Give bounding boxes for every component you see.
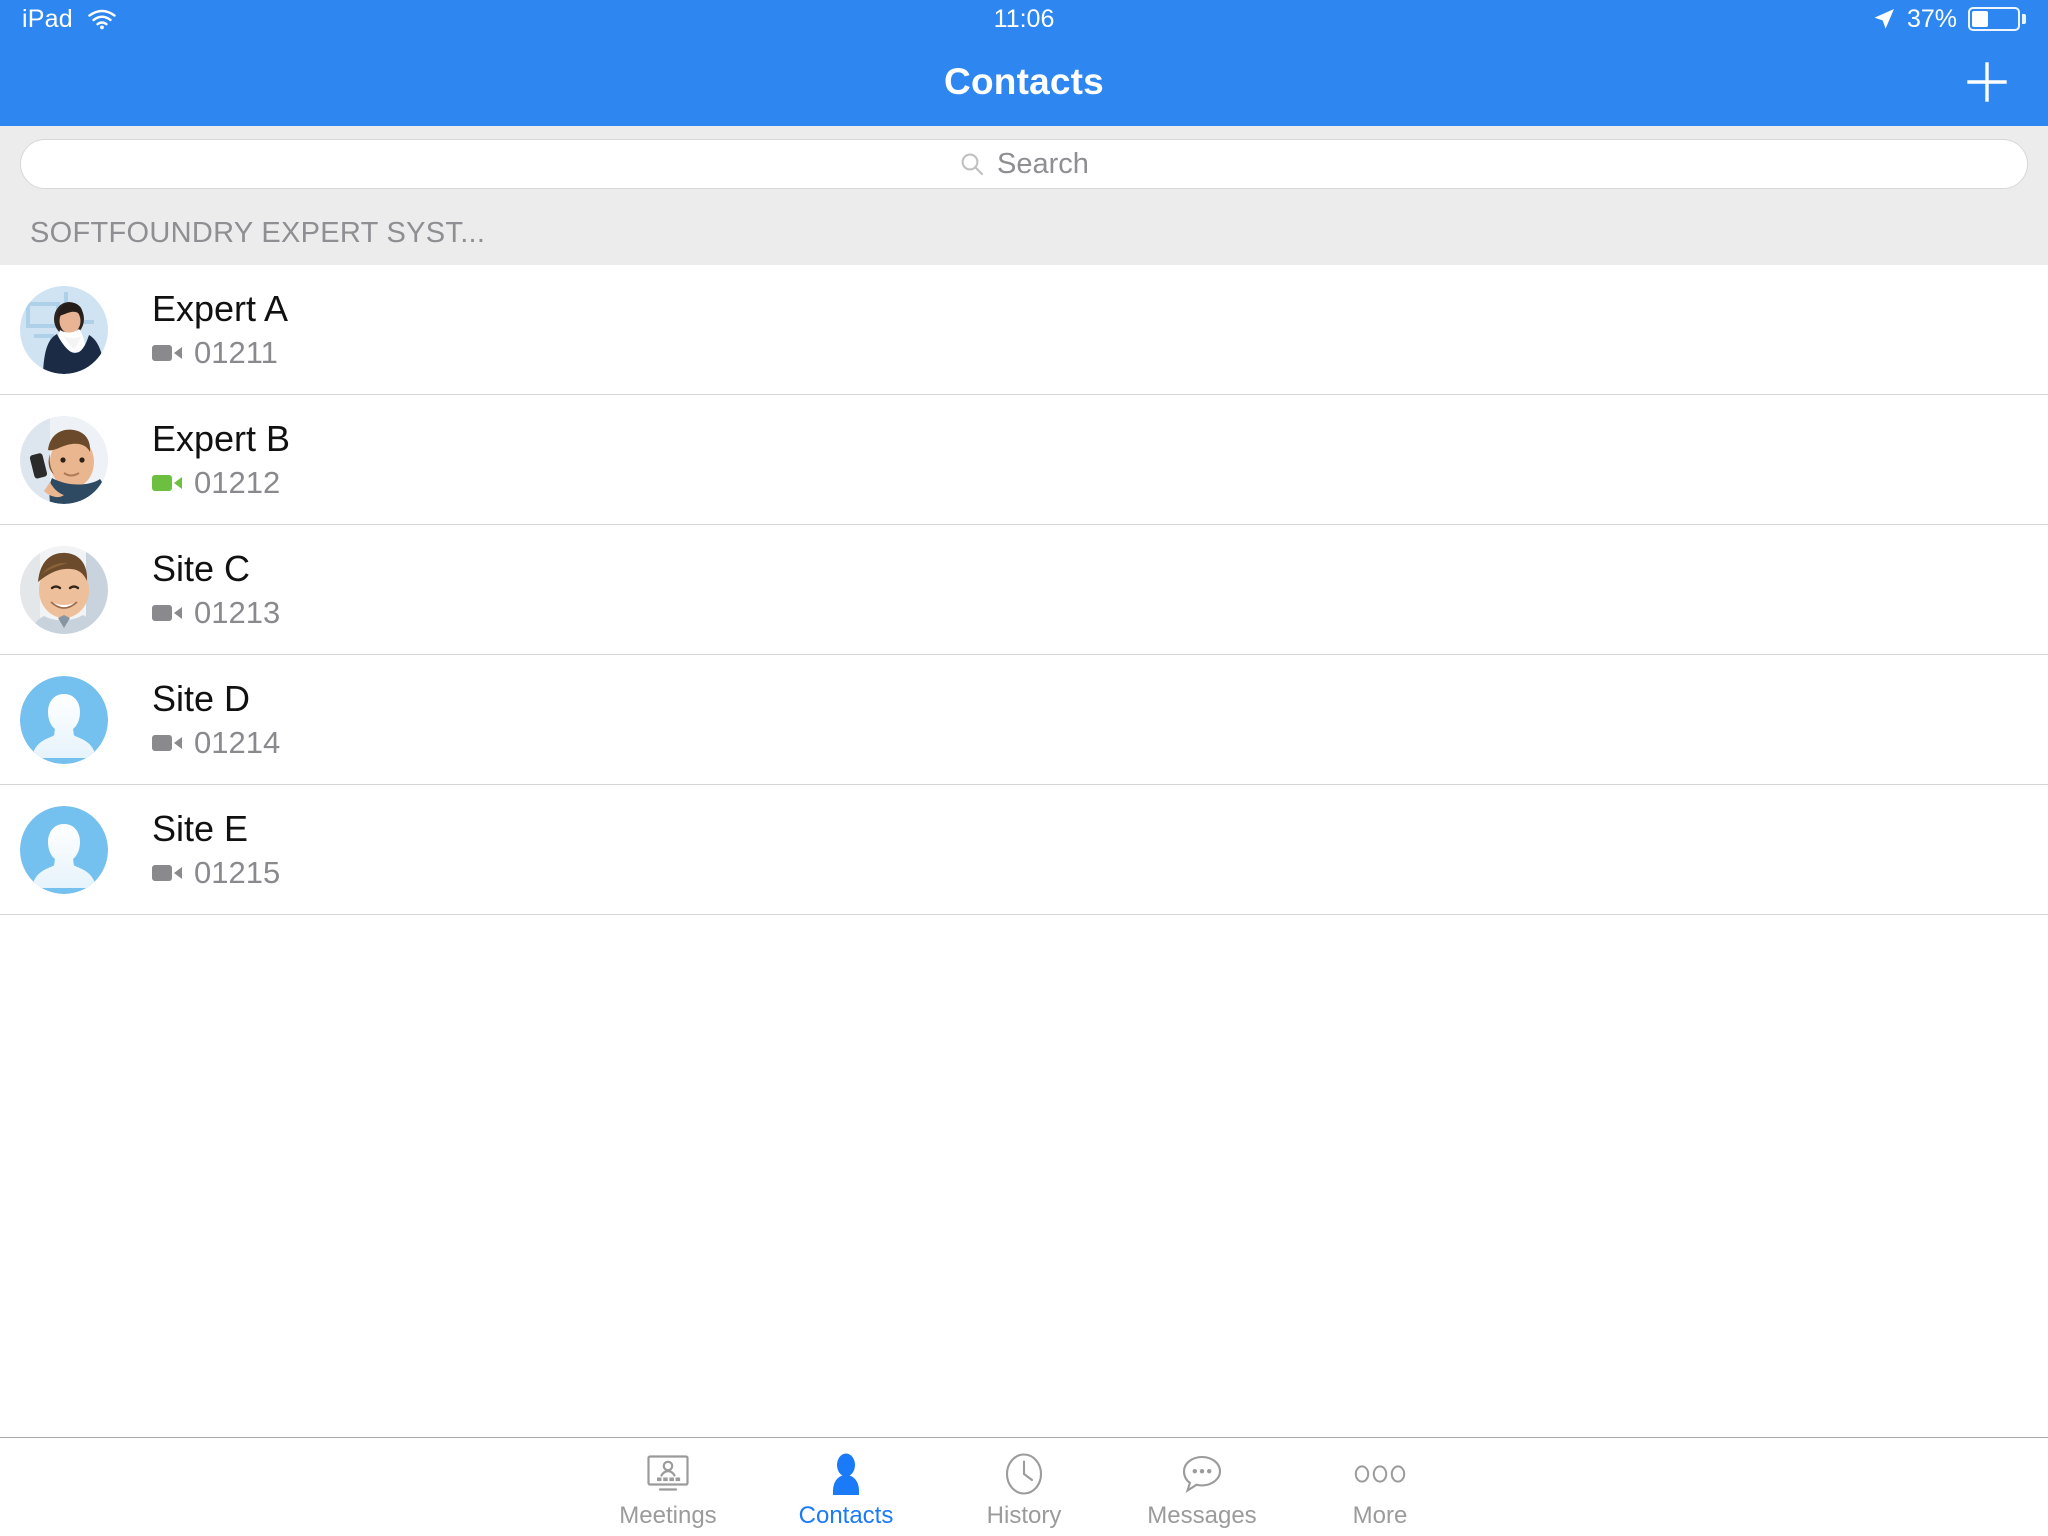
contact-extension: 01213: [194, 595, 281, 630]
plus-icon: [1962, 57, 2012, 107]
three-circles-icon: [1354, 1452, 1406, 1496]
monitor-person-icon: [646, 1452, 690, 1496]
contact-extension: 01215: [194, 855, 281, 890]
tab-meetings[interactable]: Meetings: [579, 1438, 757, 1536]
clock-icon: [1004, 1452, 1044, 1496]
tab-label: History: [986, 1502, 1062, 1529]
tab-contacts[interactable]: Contacts: [757, 1438, 935, 1536]
chat-bubble-icon: [1181, 1452, 1223, 1496]
navigation-bar: Contacts: [0, 38, 2048, 126]
battery-percent-label: 37%: [1906, 4, 1957, 33]
video-camera-icon: [152, 343, 182, 363]
contact-info: Site C 01213: [152, 551, 280, 628]
status-bar-left: iPad: [22, 5, 117, 34]
contact-extension-row: 01214: [152, 727, 280, 758]
tab-history[interactable]: History: [935, 1438, 1113, 1536]
contact-name: Site E: [152, 808, 249, 849]
contact-row[interactable]: Expert B 01212: [0, 395, 2048, 525]
tab-more[interactable]: More: [1291, 1438, 1469, 1536]
contact-extension: 01212: [194, 465, 281, 500]
location-arrow-icon: [1872, 7, 1896, 31]
tab-messages[interactable]: Messages: [1113, 1438, 1291, 1536]
tab-label: More: [1352, 1502, 1408, 1529]
contact-name: Site D: [152, 678, 251, 719]
contact-row[interactable]: Expert A 01211: [0, 265, 2048, 395]
contact-extension-row: 01215: [152, 857, 280, 888]
contact-extension-row: 01212: [152, 467, 290, 498]
contact-name: Site C: [152, 548, 251, 589]
avatar: [20, 285, 108, 374]
avatar: [20, 545, 108, 634]
video-camera-icon: [152, 733, 182, 753]
status-bar-clock: 11:06: [993, 4, 1055, 33]
video-camera-icon: [152, 863, 182, 883]
device-name-label: iPad: [22, 4, 73, 33]
tab-label: Contacts: [798, 1502, 894, 1529]
video-camera-icon: [152, 603, 182, 623]
avatar: [20, 415, 108, 504]
search-bar-container: Search: [0, 126, 2048, 202]
contact-name: Expert B: [152, 418, 291, 459]
contact-extension-row: 01211: [152, 337, 288, 368]
avatar-placeholder: [20, 805, 108, 894]
contact-row[interactable]: Site E 01215: [0, 785, 2048, 915]
contact-extension: 01214: [194, 725, 281, 760]
person-icon: [828, 1452, 864, 1496]
contact-row[interactable]: Site C 01213: [0, 525, 2048, 655]
contacts-app-window: iPad 11:06 37% Contacts Search SOFTFOUND…: [0, 0, 2048, 1536]
status-bar-right: 37%: [1872, 5, 2026, 34]
contact-extension-row: 01213: [152, 597, 280, 628]
section-header: SOFTFOUNDRY EXPERT SYST...: [0, 202, 2048, 265]
wifi-icon: [87, 8, 117, 30]
contact-info: Site E 01215: [152, 811, 280, 888]
tab-label: Messages: [1147, 1502, 1257, 1529]
tab-bar: Meetings Contacts History Messages More: [0, 1437, 2048, 1536]
contacts-list: Expert A 01211 Expert B 01212 Site C 012…: [0, 265, 2048, 1437]
contact-name: Expert A: [152, 288, 289, 329]
search-field[interactable]: Search: [20, 139, 2028, 189]
contact-extension: 01211: [194, 335, 278, 370]
battery-icon: [1968, 7, 2026, 31]
add-contact-button[interactable]: [1956, 51, 2018, 113]
tab-label: Meetings: [619, 1502, 717, 1529]
search-icon: [959, 151, 985, 177]
status-bar: iPad 11:06 37%: [0, 0, 2048, 38]
contact-info: Expert A 01211: [152, 291, 288, 368]
search-placeholder: Search: [997, 147, 1089, 180]
contact-row[interactable]: Site D 01214: [0, 655, 2048, 785]
contact-info: Expert B 01212: [152, 421, 290, 498]
contact-info: Site D 01214: [152, 681, 280, 758]
avatar-placeholder: [20, 675, 108, 764]
page-title: Contacts: [944, 61, 1104, 102]
video-camera-icon: [152, 473, 182, 493]
